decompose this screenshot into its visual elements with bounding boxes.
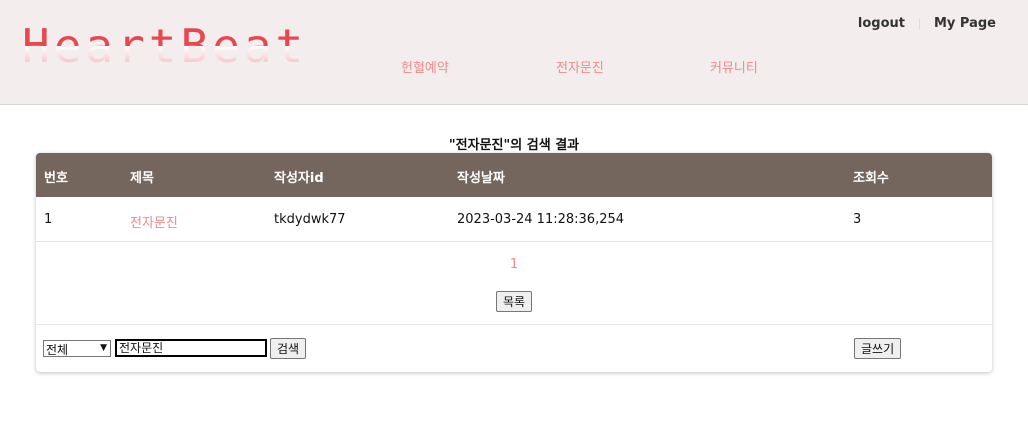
col-views: 조회수 [853,171,889,186]
search-result-title: "전자문진"의 검색 결과 [448,138,580,153]
table-header: 번호 제목 작성자id 작성날짜 조회수 [36,153,992,197]
search-button[interactable]: 검색 [270,338,307,359]
header: HeartBeat 헌혈예약 전자문진 커뮤니티 logout My Page [0,0,1028,105]
row-date: 2023-03-24 11:28:36,254 [457,212,625,227]
col-title: 제목 [130,171,154,186]
page-link[interactable]: 1 [510,257,518,272]
divider [36,324,992,325]
list-button[interactable]: 목록 [496,291,533,312]
logo[interactable]: HeartBeat [22,18,307,74]
top-links: logout My Page [858,16,996,31]
table-row: 1 전자문진 tkdydwk77 2023-03-24 11:28:36,254… [36,197,992,242]
col-number: 번호 [44,171,68,186]
nav-community[interactable]: 커뮤니티 [710,57,758,76]
mypage-link[interactable]: My Page [934,16,996,31]
write-button[interactable]: 글쓰기 [854,338,902,359]
search-scope-value: 전체 [46,343,69,357]
chevron-down-icon: ▼ [100,343,107,353]
search-input[interactable]: 전자문진 [115,339,267,357]
pagination: 1 [36,257,992,272]
board-card: 번호 제목 작성자id 작성날짜 조회수 1 전자문진 tkdydwk77 20… [36,153,992,372]
nav-blood-reservation[interactable]: 헌혈예약 [401,57,449,76]
row-number: 1 [44,212,53,227]
search-scope-select[interactable]: 전체 ▼ [43,340,111,357]
logout-link[interactable]: logout [858,16,905,31]
nav-e-questionnaire[interactable]: 전자문진 [556,57,604,76]
divider [918,17,920,30]
row-views: 3 [853,212,862,227]
row-author: tkdydwk77 [274,212,346,227]
row-title-link[interactable]: 전자문진 [130,212,178,231]
col-date: 작성날짜 [457,171,505,186]
col-author: 작성자id [274,171,324,186]
